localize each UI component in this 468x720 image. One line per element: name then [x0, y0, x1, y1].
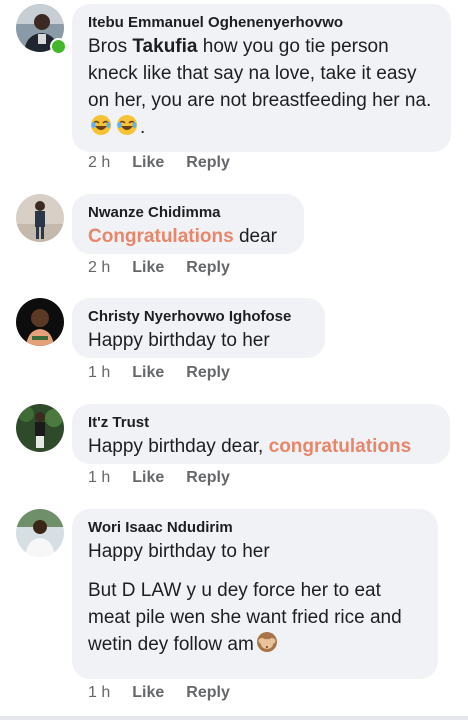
comment-text: Congratulations dear [88, 226, 277, 247]
comment-author[interactable]: Nwanze Chidimma [88, 203, 288, 223]
comment-timestamp[interactable]: 1 h [88, 683, 110, 703]
like-button[interactable]: Like [132, 683, 164, 703]
like-button[interactable]: Like [132, 363, 164, 383]
like-button[interactable]: Like [132, 153, 164, 173]
reply-button[interactable]: Reply [186, 153, 230, 173]
comment-author[interactable]: Wori Isaac Ndudirim [88, 518, 422, 538]
comment-actions: 2 h Like Reply [88, 258, 252, 278]
comment-text: Happy birthday to her [88, 330, 270, 351]
reply-button[interactable]: Reply [186, 683, 230, 703]
comment-bubble: Wori Isaac Ndudirim Happy birthday to he… [72, 509, 438, 679]
comment-author[interactable]: Itebu Emmanuel Oghenenyerhovwo [88, 13, 435, 33]
comment-actions: 1 h Like Reply [88, 363, 252, 383]
comment-actions: 2 h Like Reply [88, 153, 252, 173]
tag-link[interactable]: Congratulations [88, 226, 234, 247]
comment-bubble: Christy Nyerhovwo Ighofose Happy birthda… [72, 298, 325, 358]
online-status-indicator [50, 38, 67, 55]
joy-emoji-icon [90, 114, 112, 136]
see-no-evil-monkey-emoji-icon [256, 631, 278, 653]
like-button[interactable]: Like [132, 258, 164, 278]
comment-timestamp[interactable]: 2 h [88, 153, 110, 173]
avatar[interactable] [16, 404, 64, 452]
comment-text: But D LAW y u dey force her to eat meat … [88, 580, 402, 655]
line-spacer [88, 565, 422, 577]
comment-timestamp[interactable]: 2 h [88, 258, 110, 278]
avatar[interactable] [16, 509, 64, 557]
comment-actions: 1 h Like Reply [88, 683, 252, 703]
reply-button[interactable]: Reply [186, 363, 230, 383]
tag-link[interactable]: congratulations [269, 436, 412, 457]
comment-bubble: It'z Trust Happy birthday dear, congratu… [72, 404, 450, 464]
reply-button[interactable]: Reply [186, 258, 230, 278]
comment-text: Happy birthday to her [88, 541, 270, 562]
comment-actions: 1 h Like Reply [88, 468, 252, 488]
comment-author[interactable]: Christy Nyerhovwo Ighofose [88, 307, 309, 327]
comment-author[interactable]: It'z Trust [88, 413, 434, 433]
mention-link[interactable]: Takufia [132, 36, 197, 57]
divider [0, 716, 468, 720]
comment-timestamp[interactable]: 1 h [88, 468, 110, 488]
joy-emoji-icon [116, 114, 138, 136]
avatar[interactable] [16, 194, 64, 242]
like-button[interactable]: Like [132, 468, 164, 488]
reply-button[interactable]: Reply [186, 468, 230, 488]
comment-bubble: Itebu Emmanuel Oghenenyerhovwo Bros Taku… [72, 4, 451, 152]
avatar[interactable] [16, 298, 64, 346]
comment-timestamp[interactable]: 1 h [88, 363, 110, 383]
comment-bubble: Nwanze Chidimma Congratulations dear [72, 194, 304, 254]
comment-text: Happy birthday dear, congratulations [88, 436, 412, 457]
comment-text: Bros Takufia how you go tie person kneck… [88, 36, 432, 138]
